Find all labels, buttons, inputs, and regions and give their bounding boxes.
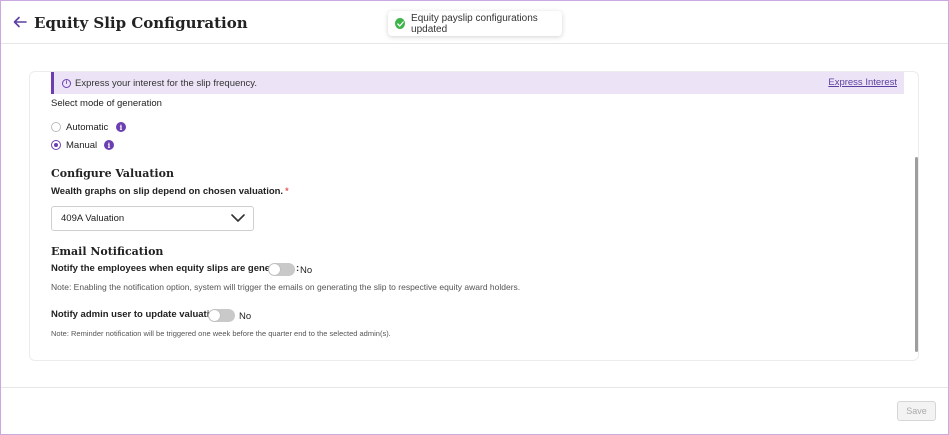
info-banner: i Express your interest for the slip fre… bbox=[51, 72, 904, 94]
notify-employees-label: Notify the employees when equity slips a… bbox=[51, 263, 300, 274]
radio-manual[interactable] bbox=[51, 140, 61, 150]
valuation-select-value: 409A Valuation bbox=[61, 213, 125, 224]
manual-info-icon[interactable]: i bbox=[104, 140, 114, 150]
page-title: Equity Slip Configuration bbox=[34, 14, 248, 32]
required-mark: * bbox=[285, 186, 289, 196]
notify-employees-state: No bbox=[300, 265, 313, 276]
toast-notification: Equity payslip configurations updated bbox=[388, 11, 562, 36]
scrollbar[interactable] bbox=[915, 157, 918, 352]
express-interest-link[interactable]: Express Interest bbox=[828, 77, 897, 88]
valuation-select[interactable]: 409A Valuation bbox=[51, 206, 254, 231]
notify-admin-label: Notify admin user to update valuation : bbox=[51, 309, 227, 320]
chevron-down-icon bbox=[231, 213, 245, 223]
generation-mode-label: Select mode of generation bbox=[51, 98, 162, 109]
notify-employees-toggle[interactable] bbox=[268, 263, 295, 276]
page-footer bbox=[1, 387, 948, 434]
save-button[interactable]: Save bbox=[897, 401, 936, 421]
radio-automatic[interactable] bbox=[51, 122, 61, 132]
arrow-left-icon[interactable] bbox=[13, 14, 27, 30]
toast-message: Equity payslip configurations updated bbox=[411, 12, 538, 35]
banner-message: Express your interest for the slip frequ… bbox=[75, 77, 257, 89]
check-circle-icon bbox=[395, 18, 406, 29]
valuation-label-text: Wealth graphs on slip depend on chosen v… bbox=[51, 186, 284, 197]
email-notification-title: Email Notification bbox=[51, 245, 164, 258]
radio-automatic-label: Automatic bbox=[66, 122, 109, 133]
notify-employees-note: Note: Enabling the notification option, … bbox=[51, 282, 521, 292]
automatic-info-icon[interactable]: i bbox=[116, 122, 126, 132]
notify-admin-note: Note: Reminder notification will be trig… bbox=[51, 329, 391, 338]
notify-admin-toggle[interactable] bbox=[208, 309, 235, 322]
valuation-label: Wealth graphs on slip depend on chosen v… bbox=[51, 186, 289, 197]
notify-admin-state: No bbox=[239, 311, 252, 322]
radio-manual-label: Manual bbox=[66, 140, 98, 151]
info-icon: i bbox=[62, 78, 71, 88]
configure-valuation-title: Configure Valuation bbox=[51, 167, 174, 180]
